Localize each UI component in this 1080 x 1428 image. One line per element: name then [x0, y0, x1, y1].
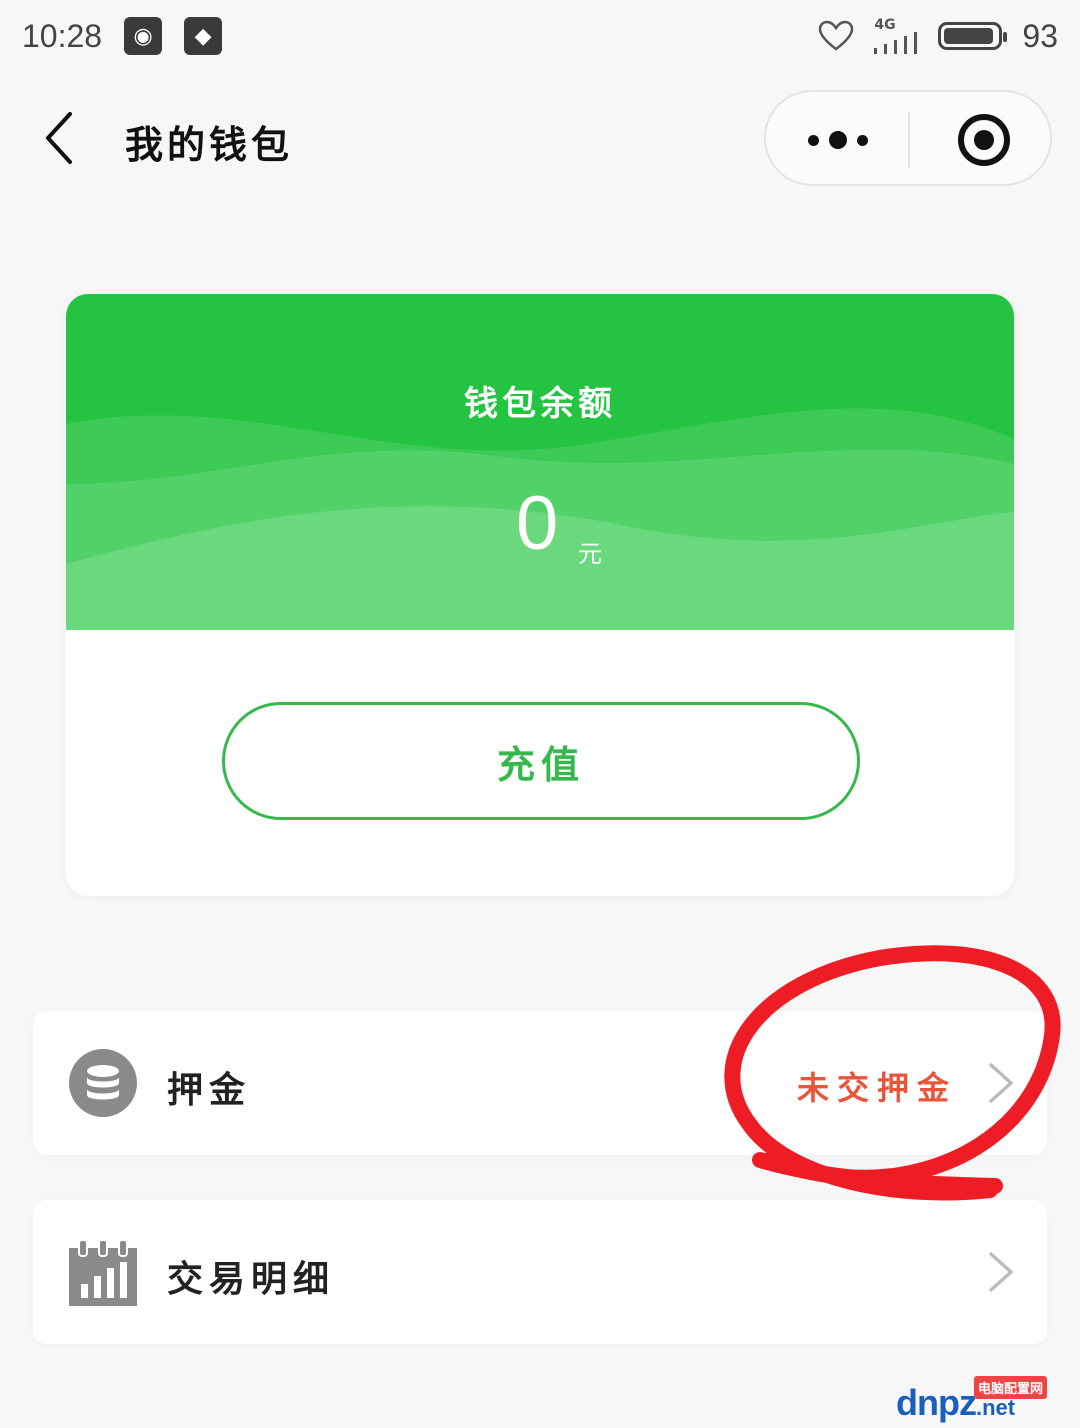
deposit-label: 押金	[167, 1069, 252, 1111]
site-watermark: dnpz.net 电脑配置网	[896, 1376, 1048, 1424]
capsule-divider	[908, 112, 910, 168]
transaction-details-label: 交易明细	[167, 1258, 336, 1300]
close-target-icon[interactable]	[958, 114, 1010, 166]
wallet-card: 钱包余额 0 元 充值	[66, 294, 1014, 896]
signal-indicator: 4G	[874, 18, 918, 54]
chevron-right-icon	[989, 1252, 1013, 1292]
more-dots-icon[interactable]	[808, 118, 868, 162]
wallet-balance-value: 0	[516, 481, 559, 566]
nav-bar: 我的钱包	[0, 88, 1080, 188]
deposit-row[interactable]: 押金 未交押金	[33, 1011, 1047, 1155]
heart-icon	[819, 20, 854, 51]
watermark-badge: 电脑配置网	[974, 1376, 1048, 1399]
wallet-balance-unit: 元	[578, 540, 602, 568]
battery-icon	[938, 22, 1008, 50]
back-arrow-icon[interactable]	[38, 110, 88, 166]
recharge-button[interactable]: 充值	[222, 702, 860, 820]
database-icon	[69, 1049, 137, 1117]
deposit-status: 未交押金	[796, 1069, 957, 1107]
signal-bars-icon	[874, 32, 918, 54]
chevron-right-icon	[989, 1063, 1013, 1103]
watermark-logo: dnpz	[896, 1382, 977, 1423]
mini-program-capsule	[764, 90, 1052, 186]
transaction-details-row[interactable]: 交易明细	[33, 1200, 1047, 1344]
wallet-balance-panel: 钱包余额 0 元	[66, 294, 1014, 630]
calendar-chart-icon	[69, 1239, 137, 1306]
gallery-notification-icon: ◆	[184, 17, 223, 55]
page-title: 我的钱包	[125, 122, 294, 167]
weibo-icon: ◉	[124, 17, 163, 55]
status-time: 10:28	[22, 17, 103, 54]
network-type: 4G	[874, 17, 896, 33]
status-bar: 10:28 ◉ ◆ 4G 93	[0, 0, 1080, 72]
wave-decoration	[66, 408, 1014, 630]
wallet-balance-label: 钱包余额	[464, 384, 616, 424]
battery-percentage: 93	[1022, 17, 1058, 54]
